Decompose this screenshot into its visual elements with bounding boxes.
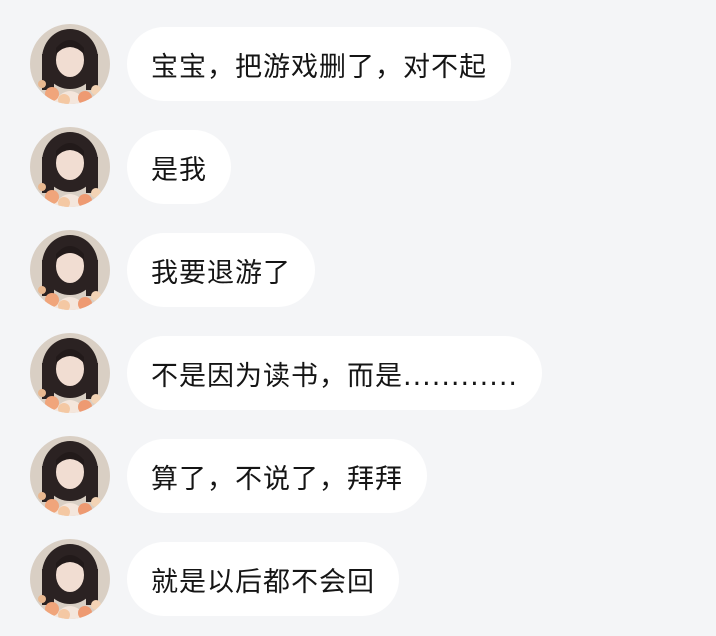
contact-avatar[interactable] <box>30 127 110 207</box>
girl-portrait-avatar-icon <box>30 127 110 207</box>
contact-avatar[interactable] <box>30 436 110 516</box>
girl-portrait-avatar-icon <box>30 436 110 516</box>
contact-avatar[interactable] <box>30 539 110 619</box>
message-bubble[interactable]: 宝宝，把游戏删了，对不起 <box>127 27 511 101</box>
message-bubble[interactable]: 我要退游了 <box>127 233 315 307</box>
girl-portrait-avatar-icon <box>30 333 110 413</box>
girl-portrait-avatar-icon <box>30 24 110 104</box>
girl-portrait-avatar-icon <box>30 539 110 619</box>
message-row: 就是以后都不会回 <box>30 539 399 619</box>
girl-portrait-avatar-icon <box>30 230 110 310</box>
message-text: 宝宝，把游戏删了，对不起 <box>151 51 487 83</box>
message-row: 宝宝，把游戏删了，对不起 <box>30 24 511 104</box>
message-text: 是我 <box>151 154 207 186</box>
contact-avatar[interactable] <box>30 24 110 104</box>
message-row: 我要退游了 <box>30 230 315 310</box>
contact-avatar[interactable] <box>30 230 110 310</box>
message-text: 就是以后都不会回 <box>151 566 375 598</box>
message-text: 不是因为读书，而是............ <box>151 360 518 392</box>
message-bubble[interactable]: 就是以后都不会回 <box>127 542 399 616</box>
message-bubble[interactable]: 算了，不说了，拜拜 <box>127 439 427 513</box>
message-text: 算了，不说了，拜拜 <box>151 463 403 495</box>
message-row: 不是因为读书，而是............ <box>30 333 542 413</box>
contact-avatar[interactable] <box>30 333 110 413</box>
message-row: 算了，不说了，拜拜 <box>30 436 427 516</box>
message-text: 我要退游了 <box>151 257 291 289</box>
chat-message-list[interactable]: 宝宝，把游戏删了，对不起 是我 我要退游了 不是因为读书，而是.........… <box>0 0 716 636</box>
message-bubble[interactable]: 是我 <box>127 130 231 204</box>
message-row: 是我 <box>30 127 231 207</box>
message-bubble[interactable]: 不是因为读书，而是............ <box>127 336 542 410</box>
